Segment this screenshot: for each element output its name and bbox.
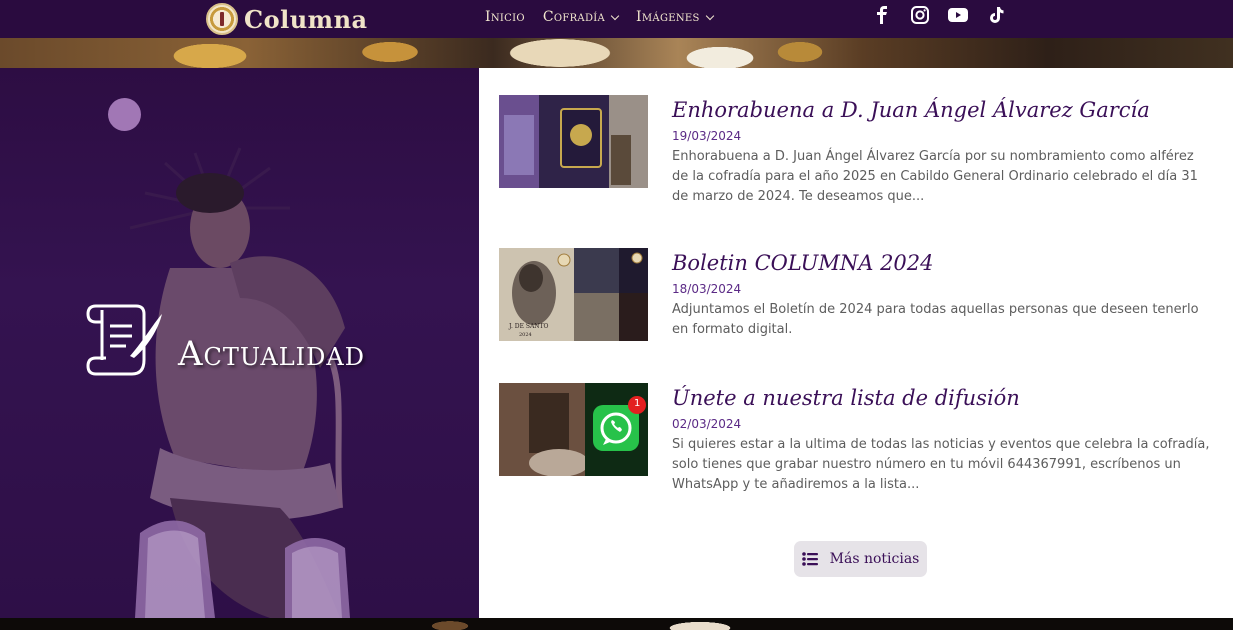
hero-panel: Actualidad [0, 68, 479, 618]
logo-text: Columna [244, 4, 368, 34]
chevron-down-icon [705, 11, 714, 20]
nav-label: Inicio [485, 9, 525, 25]
list-icon [801, 552, 818, 566]
decorative-banner-bottom [0, 618, 1233, 630]
nav-label: Cofradía [542, 9, 606, 25]
news-date: 18/03/2024 [672, 282, 742, 296]
section-heading: Actualidad [86, 300, 365, 380]
news-date: 02/03/2024 [672, 417, 742, 431]
news-title[interactable]: Boletin COLUMNA 2024 [672, 248, 1212, 278]
news-thumbnail[interactable]: J. DE SANTO 2024 [499, 248, 648, 341]
social-links [872, 5, 1006, 25]
facebook-icon[interactable] [872, 5, 892, 25]
decorative-banner [0, 38, 1233, 68]
nav-item-cofradia[interactable]: Cofradía [542, 9, 620, 25]
news-body: Enhorabuena a D. Juan Ángel Álvarez Garc… [672, 95, 1212, 207]
scroll-quill-icon [86, 304, 162, 376]
main-nav: Inicio Cofradía Imágenes [485, 9, 714, 25]
nav-item-inicio[interactable]: Inicio [485, 9, 525, 25]
news-title[interactable]: Únete a nuestra lista de difusión [672, 383, 1212, 413]
notification-badge: 1 [634, 398, 641, 409]
chevron-down-icon [610, 11, 620, 20]
news-excerpt: Adjuntamos el Boletín de 2024 para todas… [672, 302, 1199, 337]
thumb-caption: J. DE SANTO [509, 323, 549, 330]
more-news-label: Más noticias [829, 551, 920, 567]
news-title[interactable]: Enhorabuena a D. Juan Ángel Álvarez Garc… [672, 95, 1212, 125]
news-date: 19/03/2024 [672, 129, 742, 143]
more-news-button[interactable]: Más noticias [794, 541, 927, 577]
instagram-icon[interactable] [910, 5, 930, 25]
brotherhood-seal-icon [206, 3, 238, 35]
nav-item-imagenes[interactable]: Imágenes [636, 9, 714, 25]
news-thumbnail[interactable]: 1 [499, 383, 648, 476]
news-body: Únete a nuestra lista de difusión 02/03/… [672, 383, 1212, 495]
news-body: Boletin COLUMNA 2024 18/03/2024 Adjuntam… [672, 248, 1212, 340]
thumb-year: 2024 [519, 332, 532, 338]
hero-title: Actualidad [178, 334, 365, 374]
site-header: Columna Inicio Cofradía Imágenes [0, 0, 1233, 38]
news-excerpt: Enhorabuena a D. Juan Ángel Álvarez Garc… [672, 149, 1198, 204]
news-excerpt: Si quieres estar a la ultima de todas la… [672, 437, 1210, 492]
site-logo[interactable]: Columna [206, 3, 368, 35]
nav-label: Imágenes [636, 9, 700, 25]
youtube-icon[interactable] [948, 5, 968, 25]
tiktok-icon[interactable] [986, 5, 1006, 25]
news-thumbnail[interactable] [499, 95, 648, 188]
